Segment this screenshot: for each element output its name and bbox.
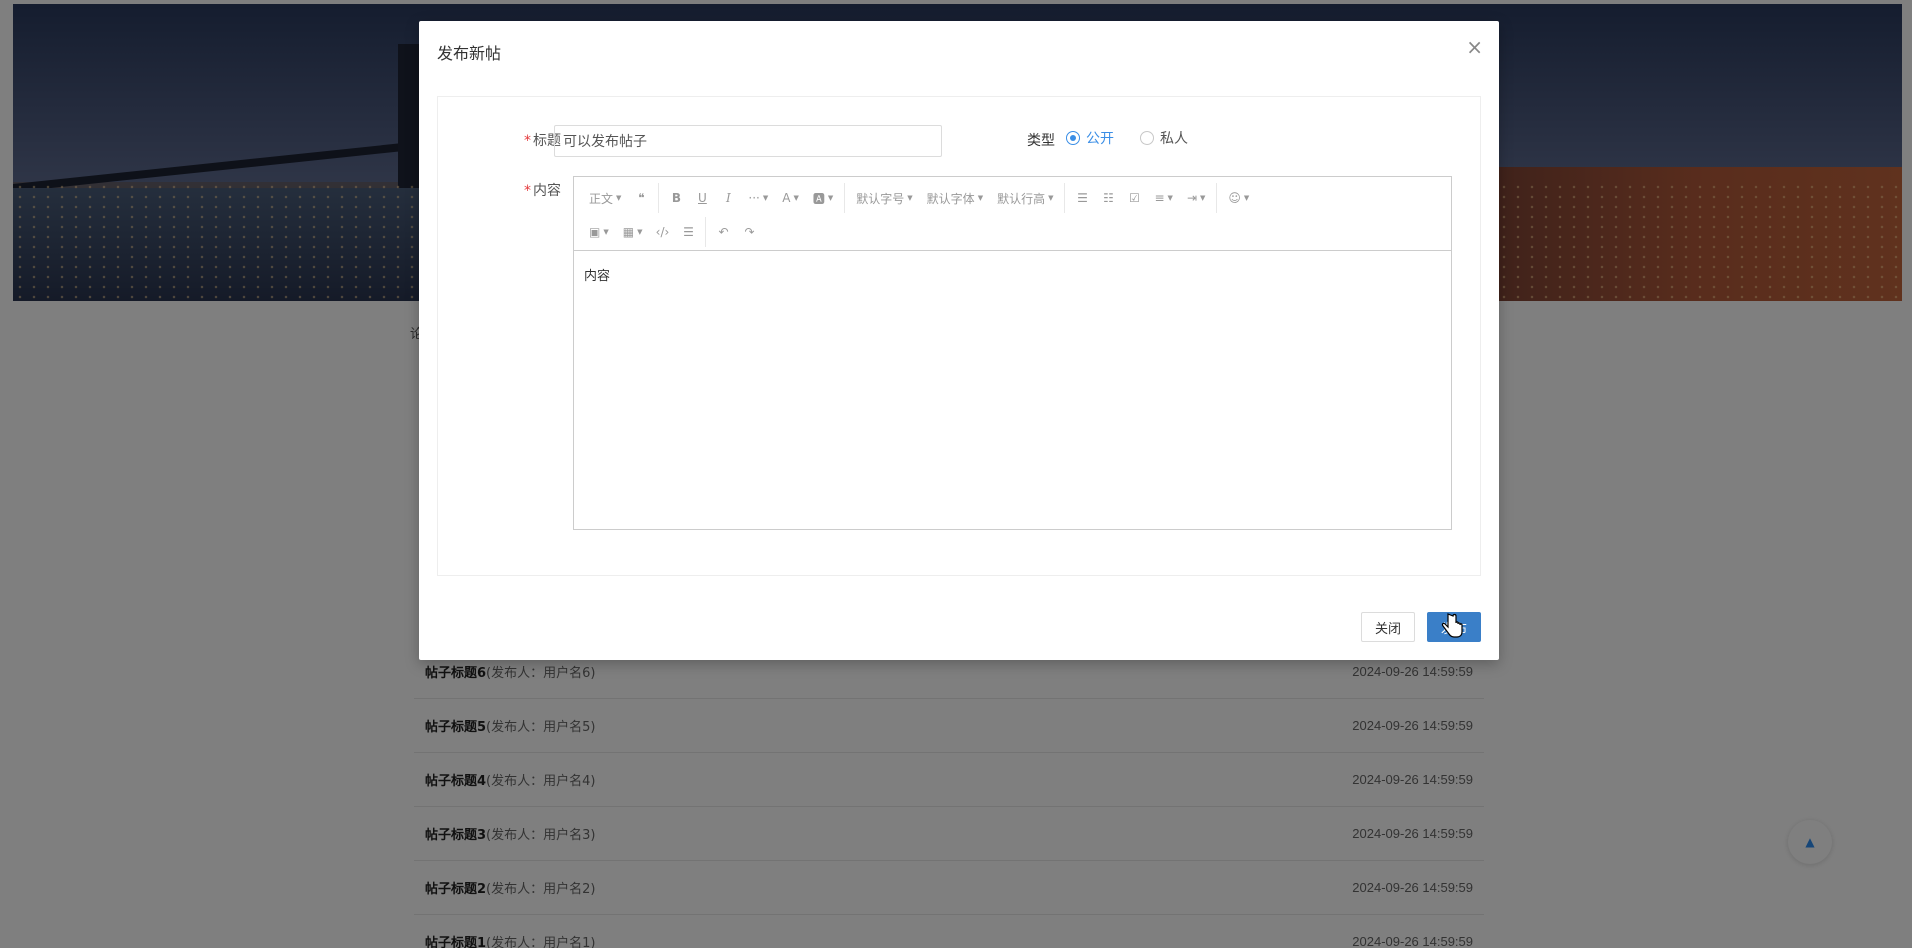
emoji-button[interactable]: ☺ ▼ (1221, 183, 1256, 213)
dialog-title: 发布新帖 (437, 44, 502, 63)
caret-down-icon: ▼ (637, 228, 643, 236)
underline-button[interactable]: U (689, 183, 715, 213)
bulleted-list-button[interactable]: ☰ (1069, 183, 1095, 213)
toolbar-divider (844, 183, 846, 213)
image-button[interactable]: ▣ ▼ (582, 217, 616, 247)
caret-down-icon: ▼ (1200, 194, 1206, 202)
editor-toolbar: 正文 ▼ ❝ B U I ··· ▼ A ▼ 🅰 ▼ 默认字号 ▼ 默认字体 ▼ 默认行高 ▼ ☰ ☷ ☑ ≡ ▼ ⇥ ▼ ☺ ▼ … (574, 177, 1451, 251)
font-size-dropdown[interactable]: 默认字号 ▼ (849, 183, 919, 213)
indent-button[interactable]: ⇥ ▼ (1180, 183, 1212, 213)
italic-button[interactable]: I (715, 183, 741, 213)
quote-button[interactable]: ❝ (628, 183, 654, 213)
divider-button[interactable]: ☰ (675, 217, 701, 247)
numbered-list-button[interactable]: ☷ (1095, 183, 1121, 213)
code-button[interactable]: ‹/› (649, 217, 675, 247)
caret-down-icon: ▼ (793, 194, 799, 202)
font-color-button[interactable]: A ▼ (775, 183, 806, 213)
table-button[interactable]: ▦ ▼ (616, 217, 650, 247)
bg-color-button[interactable]: 🅰 ▼ (806, 183, 840, 213)
caret-down-icon: ▼ (1048, 194, 1054, 202)
undo-button[interactable]: ↶ (710, 217, 736, 247)
type-label: 类型 (1027, 133, 1055, 149)
caret-down-icon: ▼ (1167, 194, 1173, 202)
bold-button[interactable]: B (663, 183, 689, 213)
redo-button[interactable]: ↷ (736, 217, 762, 247)
close-button[interactable]: 关闭 (1361, 612, 1415, 642)
toolbar-divider (705, 217, 707, 247)
radio-dot-icon (1140, 131, 1154, 145)
more-button[interactable]: ··· ▼ (741, 183, 775, 213)
radio-dot-icon (1066, 131, 1080, 145)
caret-down-icon: ▼ (1243, 194, 1250, 202)
paragraph-dropdown[interactable]: 正文 ▼ (582, 183, 628, 213)
radio-private[interactable]: 私人 (1140, 128, 1188, 148)
caret-down-icon: ▼ (827, 194, 834, 202)
radio-public[interactable]: 公开 (1066, 128, 1114, 148)
hand-cursor-icon (1441, 613, 1463, 638)
toolbar-divider (658, 183, 660, 213)
caret-down-icon: ▼ (977, 194, 984, 202)
caret-down-icon: ▼ (762, 194, 769, 202)
caret-down-icon: ▼ (616, 194, 622, 202)
todo-button[interactable]: ☑ (1121, 183, 1147, 213)
content-label: * 内容 (524, 183, 561, 199)
line-height-dropdown[interactable]: 默认行高 ▼ (990, 183, 1060, 213)
editor-content-area[interactable]: 内容 (574, 251, 1451, 298)
title-input[interactable]: 可以发布帖子 (554, 125, 942, 157)
caret-down-icon: ▼ (603, 228, 609, 236)
caret-down-icon: ▼ (907, 194, 913, 202)
close-icon[interactable]: × (1466, 37, 1483, 57)
toolbar-divider (1064, 183, 1066, 213)
toolbar-divider (1216, 183, 1218, 213)
font-family-dropdown[interactable]: 默认字体 ▼ (920, 183, 990, 213)
align-button[interactable]: ≡ ▼ (1147, 183, 1179, 213)
rich-text-editor: 正文 ▼ ❝ B U I ··· ▼ A ▼ 🅰 ▼ 默认字号 ▼ 默认字体 ▼ 默认行高 ▼ ☰ ☷ ☑ ≡ ▼ ⇥ ▼ ☺ ▼ … (573, 176, 1452, 530)
